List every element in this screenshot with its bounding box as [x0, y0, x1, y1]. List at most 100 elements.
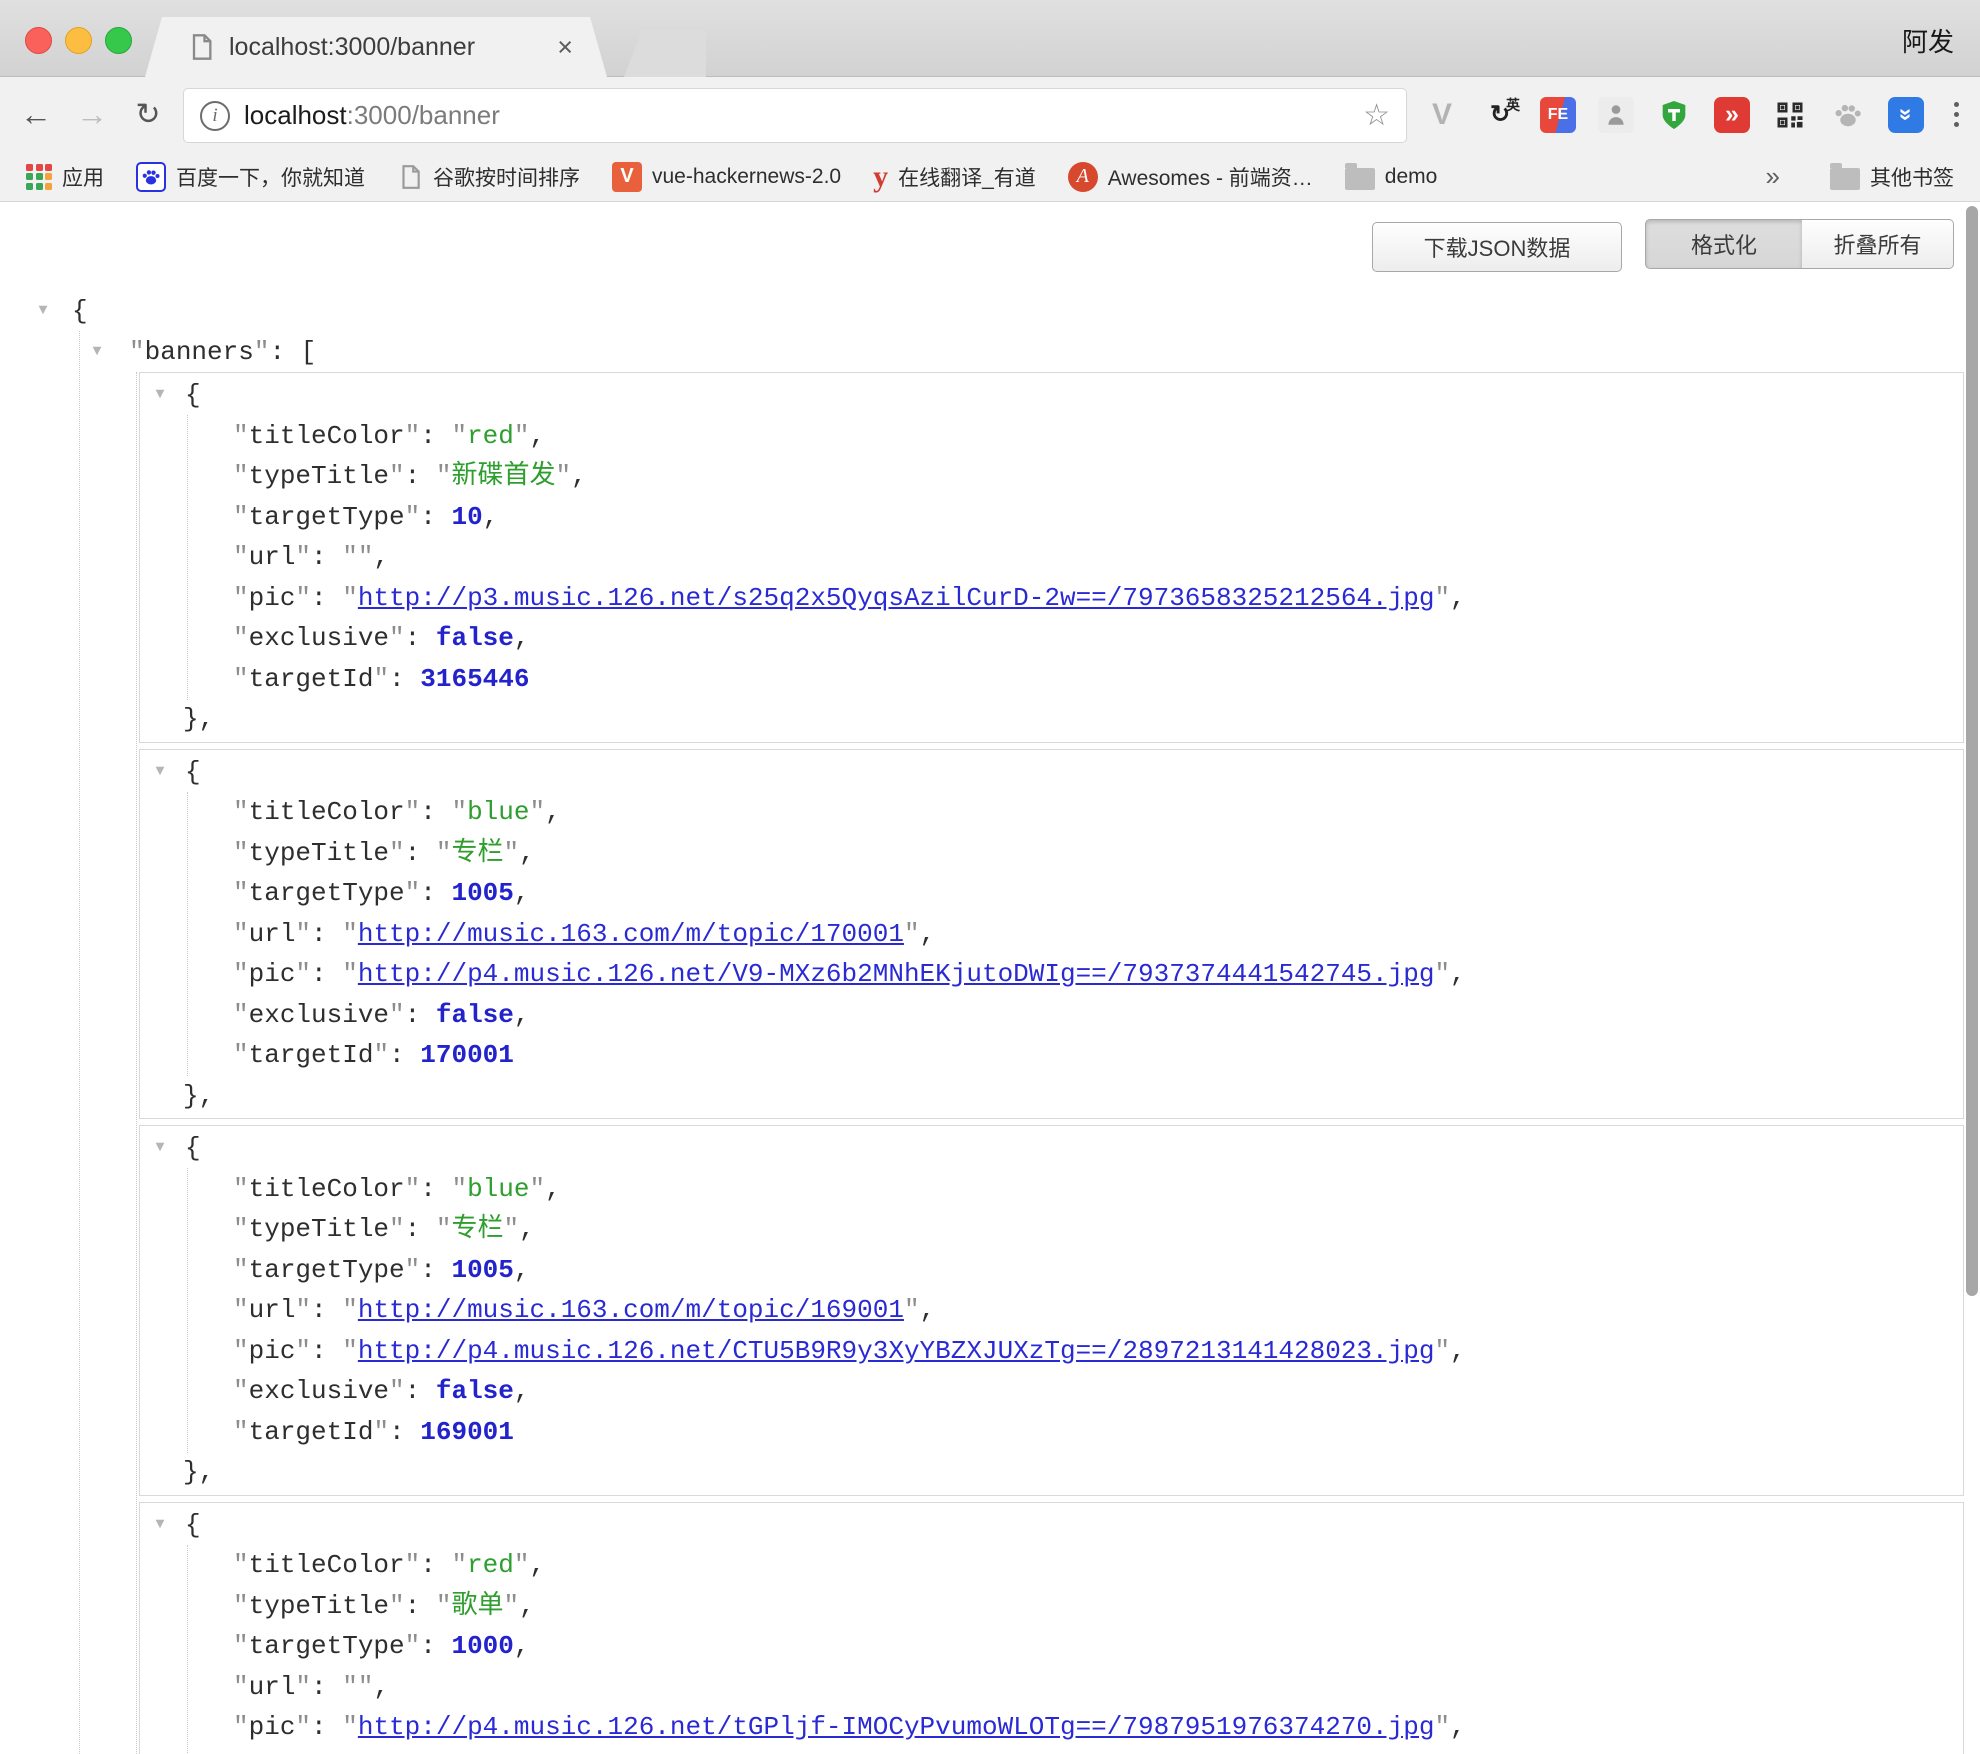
- collapse-toggle-icon[interactable]: ▼: [149, 1505, 171, 1546]
- json-key: pic: [249, 583, 296, 613]
- url-text[interactable]: localhost:3000/banner: [244, 100, 1363, 131]
- fe-extension-icon[interactable]: FE: [1540, 97, 1576, 133]
- new-tab-button[interactable]: [624, 30, 706, 77]
- banner-object-box: ▼{"titleColor": "blue","typeTitle": "专栏"…: [139, 1125, 1964, 1496]
- json-field-line: "titleColor": "blue",: [140, 792, 1963, 833]
- json-string-value: red: [467, 421, 514, 451]
- json-key: url: [249, 542, 296, 572]
- json-key: targetType: [249, 878, 405, 908]
- back-button[interactable]: ←: [14, 77, 58, 152]
- reload-button[interactable]: ↻: [126, 77, 170, 152]
- json-field-line: "typeTitle": "歌单",: [140, 1586, 1963, 1627]
- banner-array: ▼{"titleColor": "red","typeTitle": "新碟首发…: [0, 372, 1964, 1754]
- shield-extension-icon[interactable]: [1656, 97, 1692, 133]
- page-favicon: [187, 33, 215, 61]
- profile-name[interactable]: 阿发: [1902, 22, 1954, 59]
- json-field-line: "titleColor": "blue",: [140, 1169, 1963, 1210]
- collapse-toggle-icon[interactable]: ▼: [86, 332, 108, 373]
- minimize-window-button[interactable]: [65, 27, 92, 54]
- json-key: titleColor: [249, 797, 405, 827]
- page-icon: [397, 164, 423, 190]
- json-key: url: [249, 1295, 296, 1325]
- json-key: targetId: [249, 664, 374, 694]
- other-bookmarks-folder[interactable]: 其他书签: [1830, 162, 1954, 192]
- downloader-extension-icon[interactable]: »: [1888, 97, 1924, 133]
- bookmark-youdao[interactable]: y 在线翻译_有道: [873, 162, 1036, 192]
- json-field-line: "url": "http://music.163.com/m/topic/170…: [140, 914, 1963, 955]
- json-key: exclusive: [249, 623, 389, 653]
- json-number-value: 1005: [451, 1255, 513, 1285]
- close-window-button[interactable]: [25, 27, 52, 54]
- collapse-toggle-icon[interactable]: ▼: [149, 375, 171, 416]
- person-extension-icon[interactable]: [1598, 97, 1634, 133]
- json-field-line: "url": "",: [140, 1667, 1963, 1708]
- json-object-close-line: },: [140, 699, 1963, 740]
- page-info-icon[interactable]: i: [200, 101, 230, 131]
- json-field-line: "url": "http://music.163.com/m/topic/169…: [140, 1290, 1963, 1331]
- collapse-toggle-icon[interactable]: ▼: [149, 752, 171, 793]
- json-boolean-value: false: [436, 623, 514, 653]
- collapse-toggle-icon[interactable]: ▼: [149, 1128, 171, 1169]
- translate-extension-icon[interactable]: ↻ 英: [1482, 97, 1518, 133]
- bookmark-vue-hackernews[interactable]: V vue-hackernews-2.0: [612, 162, 841, 192]
- json-root-open-line: ▼ {: [0, 291, 1964, 332]
- json-field-line: "exclusive": false,: [140, 995, 1963, 1036]
- json-url-link[interactable]: http://p4.music.126.net/V9-MXz6b2MNhEKju…: [358, 959, 1435, 989]
- json-string-value: 新碟首发: [451, 461, 555, 491]
- tab-title: localhost:3000/banner: [229, 33, 557, 62]
- forward-button: →: [70, 77, 114, 152]
- page-content: 下载JSON数据 格式化 折叠所有 ▼ { ▼"banners": [ ▼{"t…: [0, 203, 1980, 1754]
- vue-devtools-extension-icon[interactable]: V: [1424, 97, 1460, 133]
- json-field-line: "titleColor": "red",: [140, 416, 1963, 457]
- bookmark-star-icon[interactable]: ☆: [1363, 98, 1390, 133]
- bookmark-google-sort[interactable]: 谷歌按时间排序: [397, 162, 580, 192]
- collapse-all-button[interactable]: 折叠所有: [1802, 219, 1954, 269]
- format-button[interactable]: 格式化: [1645, 219, 1803, 269]
- json-key: titleColor: [249, 1550, 405, 1580]
- tab-close-icon[interactable]: ×: [557, 34, 573, 61]
- json-field-line: "targetId": 3165446: [140, 659, 1963, 700]
- json-key: typeTitle: [249, 1591, 389, 1621]
- collapse-toggle-icon[interactable]: ▼: [32, 291, 54, 332]
- download-json-button[interactable]: 下载JSON数据: [1372, 222, 1622, 272]
- json-number-value: 10: [451, 502, 482, 532]
- json-url-link[interactable]: http://music.163.com/m/topic/170001: [358, 919, 904, 949]
- active-tab[interactable]: localhost:3000/banner ×: [145, 17, 607, 77]
- json-key: targetType: [249, 1631, 405, 1661]
- address-bar[interactable]: i localhost:3000/banner ☆: [183, 88, 1407, 143]
- json-url-link[interactable]: http://p4.music.126.net/CTU5B9R9y3XyYBZX…: [358, 1336, 1435, 1366]
- json-url-link[interactable]: http://p4.music.126.net/tGPljf-IMOCyPvum…: [358, 1712, 1435, 1742]
- video-downloader-extension-icon[interactable]: »: [1714, 97, 1750, 133]
- zoom-window-button[interactable]: [105, 27, 132, 54]
- json-boolean-value: false: [436, 1376, 514, 1406]
- json-field-line: "titleColor": "red",: [140, 1545, 1963, 1586]
- json-field-line: "typeTitle": "新碟首发",: [140, 456, 1963, 497]
- json-field-line: "targetType": 10,: [140, 497, 1963, 538]
- chrome-menu-icon[interactable]: [1946, 97, 1966, 133]
- json-key: targetType: [249, 1255, 405, 1285]
- json-key: titleColor: [249, 421, 405, 451]
- banner-object-box: ▼{"titleColor": "red","typeTitle": "歌单",…: [139, 1502, 1964, 1754]
- json-string-value: 歌单: [451, 1591, 503, 1621]
- folder-icon: [1345, 168, 1375, 190]
- bookmark-folder-demo[interactable]: demo: [1345, 164, 1438, 190]
- json-url-link[interactable]: http://p3.music.126.net/s25q2x5QyqsAzilC…: [358, 583, 1435, 613]
- json-field-line: "pic": "http://p4.music.126.net/tGPljf-I…: [140, 1707, 1963, 1748]
- json-number-value: 1000: [451, 1631, 513, 1661]
- paw-extension-icon[interactable]: [1830, 97, 1866, 133]
- bookmark-awesomes[interactable]: A Awesomes - 前端资…: [1068, 162, 1313, 192]
- json-field-line: "typeTitle": "专栏",: [140, 833, 1963, 874]
- extensions-row: V ↻ 英 FE » »: [1424, 77, 1966, 152]
- youdao-icon: y: [873, 162, 888, 192]
- json-string-value: blue: [467, 797, 529, 827]
- qr-code-extension-icon[interactable]: [1772, 97, 1808, 133]
- bookmark-apps[interactable]: 应用: [26, 162, 104, 192]
- bookmarks-overflow-chevron[interactable]: »: [1766, 161, 1780, 192]
- bookmark-baidu[interactable]: 百度一下，你就知道: [136, 162, 365, 192]
- json-url-link[interactable]: http://music.163.com/m/topic/169001: [358, 1295, 904, 1325]
- vertical-scrollbar[interactable]: [1966, 206, 1978, 1296]
- json-number-value: 1005: [451, 878, 513, 908]
- json-object-open-line: ▼{: [140, 752, 1963, 793]
- json-field-line: "exclusive": false,: [140, 1748, 1963, 1754]
- url-host: localhost: [244, 100, 347, 130]
